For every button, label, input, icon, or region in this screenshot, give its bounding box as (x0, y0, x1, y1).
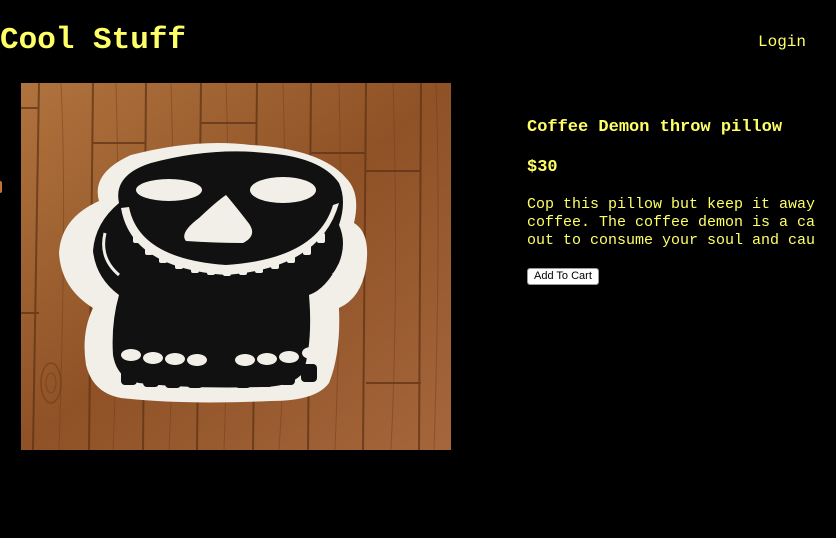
skull-pillow-photo-icon (21, 83, 451, 450)
description-line: out to consume your soul and cau (527, 232, 816, 249)
product-image (21, 83, 451, 450)
site-title[interactable]: Cool Stuff (0, 22, 186, 60)
product-description: Cop this pillow but keep it away coffee.… (527, 196, 836, 250)
product-details: Coffee Demon throw pillow $30 Cop this p… (527, 118, 836, 285)
product-name: Coffee Demon throw pillow (527, 118, 783, 137)
description-line: coffee. The coffee demon is a ca (527, 214, 816, 231)
login-link[interactable]: Login (758, 33, 806, 51)
site-header: Cool Stuff Login (0, 0, 836, 80)
description-line: Cop this pillow but keep it away (527, 196, 816, 213)
carousel-edge-indicator (0, 181, 2, 193)
add-to-cart-button[interactable]: Add To Cart (527, 268, 599, 285)
product-price: $30 (527, 158, 558, 177)
